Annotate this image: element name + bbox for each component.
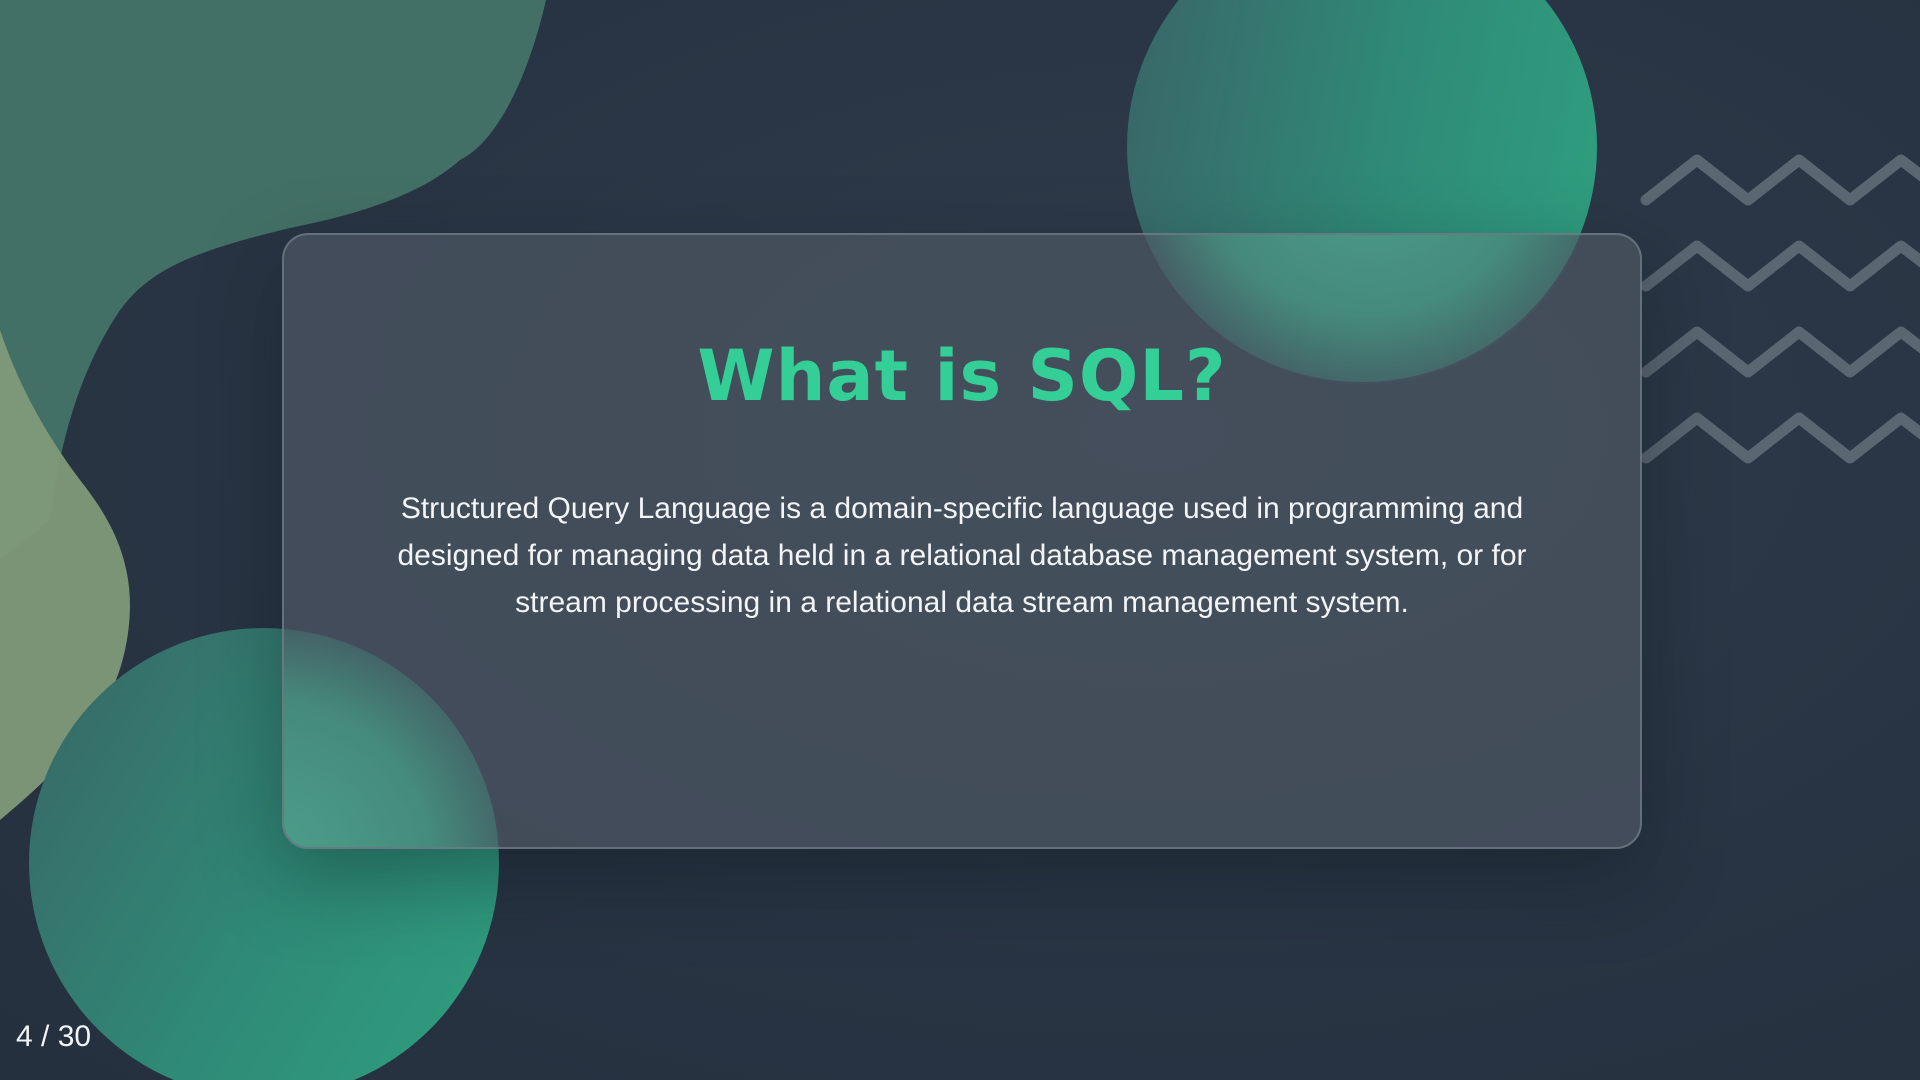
slide: What is SQL? Structured Query Language i… — [0, 0, 1920, 1080]
slide-body-text: Structured Query Language is a domain-sp… — [397, 492, 1527, 619]
slide-title: What is SQL? — [697, 335, 1227, 417]
zigzag-pattern — [1640, 154, 1920, 464]
card-glow-bottom-left — [284, 630, 501, 847]
page-indicator: 4 / 30 — [16, 1020, 92, 1053]
content-card: What is SQL? Structured Query Language i… — [282, 233, 1642, 849]
